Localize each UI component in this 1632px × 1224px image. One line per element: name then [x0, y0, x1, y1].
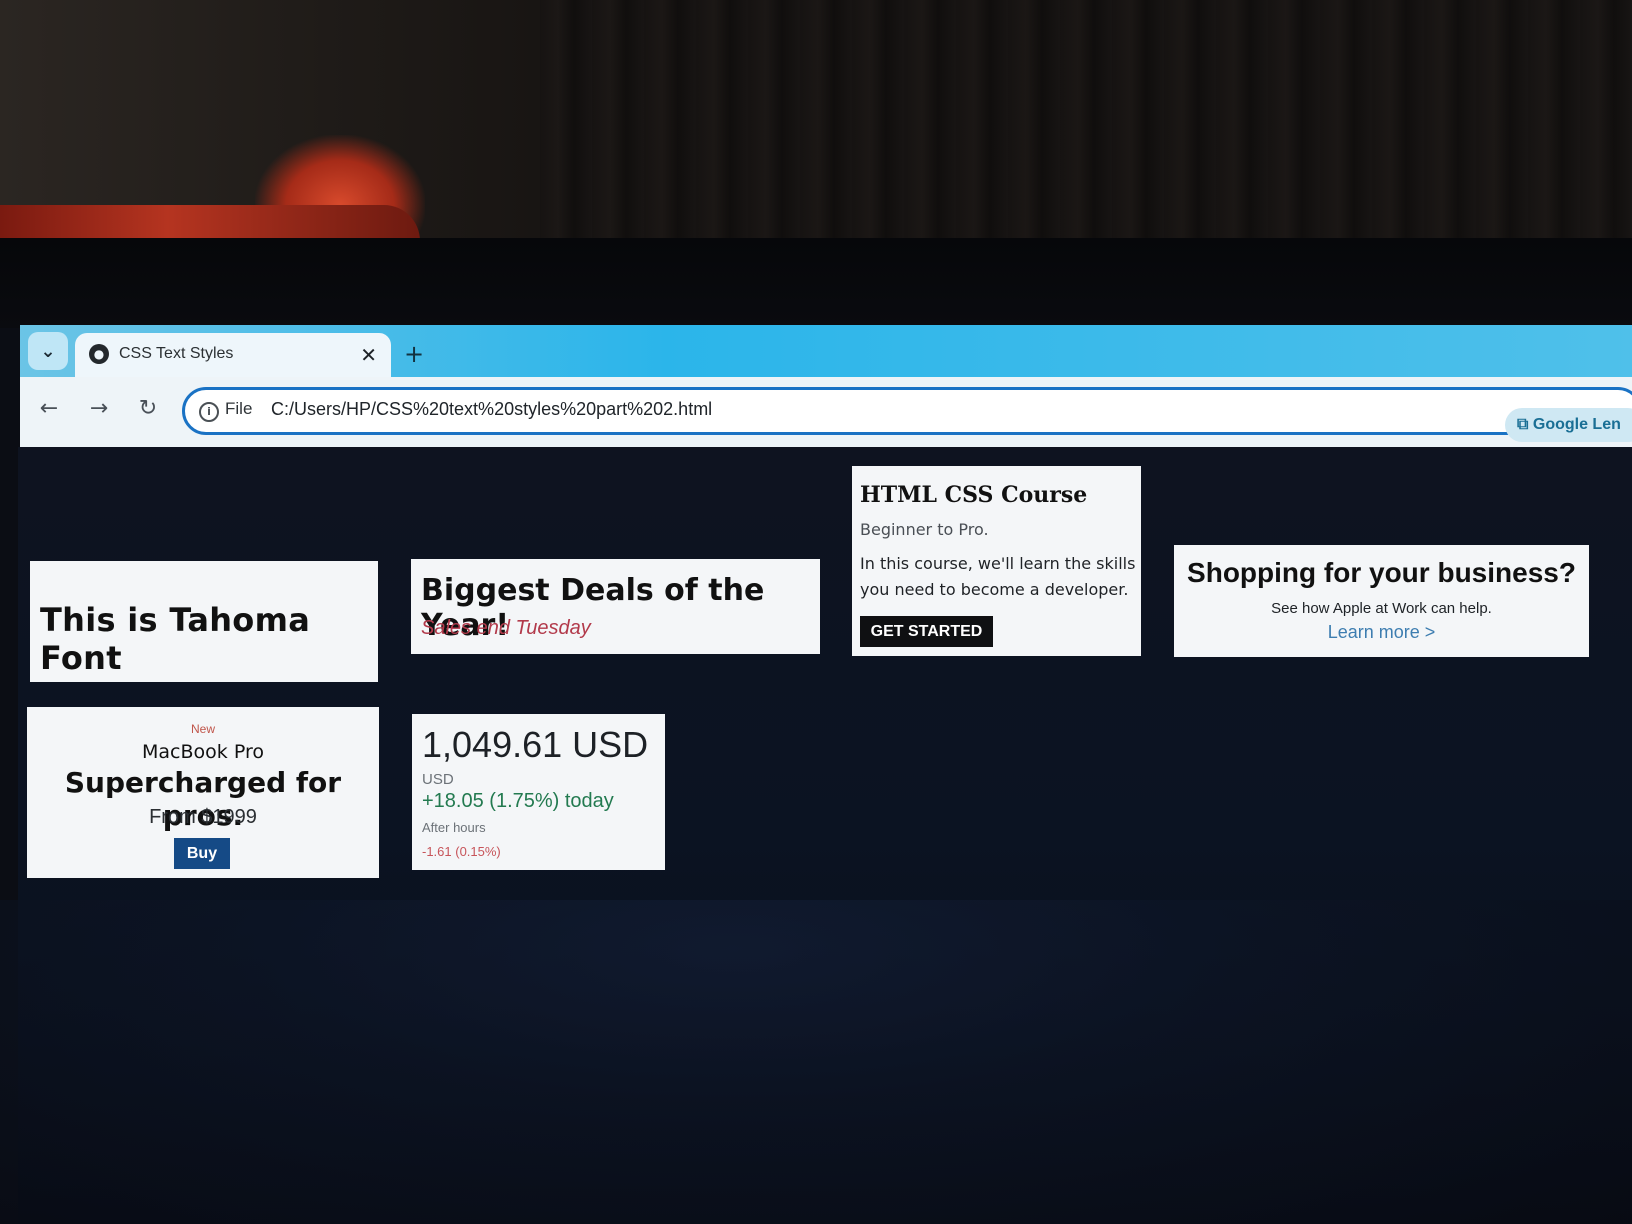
tahoma-heading: This is Tahoma Font: [40, 601, 311, 677]
after-hours-value: -1.61 (0.15%): [422, 844, 501, 859]
globe-icon: ●: [89, 344, 109, 364]
deals-subtitle: Sales end Tuesday: [421, 617, 591, 639]
new-badge: New: [190, 722, 215, 736]
learn-more-link[interactable]: Learn more >: [1174, 622, 1589, 643]
shopping-title: Shopping for your business?: [1187, 557, 1576, 588]
site-info-icon[interactable]: i: [199, 402, 219, 422]
background-curtain: [540, 0, 1632, 240]
screen-glow: [0, 900, 1632, 1224]
url-text[interactable]: C:/Users/HP/CSS%20text%20styles%20part%2…: [271, 399, 712, 420]
reload-icon[interactable]: ↻: [133, 396, 163, 421]
lens-label: Google Len: [1532, 416, 1621, 433]
shopping-card: Shopping for your business? See how Appl…: [1174, 545, 1589, 657]
course-description: In this course, we'll learn the skills y…: [860, 554, 1136, 599]
tab-css-text-styles[interactable]: ● CSS Text Styles ✕: [75, 333, 391, 381]
lens-icon: ⧉: [1517, 416, 1533, 433]
laptop-bezel: [0, 238, 1632, 328]
buy-button[interactable]: Buy: [174, 838, 230, 869]
new-tab-plus-icon[interactable]: +: [404, 340, 424, 368]
course-card: HTML CSS Course Beginner to Pro. In this…: [852, 466, 1141, 656]
file-chip[interactable]: File: [225, 399, 252, 419]
tab-title: CSS Text Styles: [119, 345, 234, 362]
forward-arrow-icon[interactable]: →: [84, 396, 114, 421]
stock-price: 1,049.61 USD: [422, 724, 649, 765]
course-subtitle: Beginner to Pro.: [860, 520, 989, 539]
tahoma-font-card: This is Tahoma Font: [30, 561, 378, 682]
stock-card: 1,049.61 USD USD +18.05 (1.75%) today Af…: [412, 714, 665, 870]
product-price: From $1999: [149, 806, 257, 828]
google-lens-button[interactable]: ⧉ Google Len: [1505, 408, 1632, 442]
macbook-card: New MacBook Pro Supercharged for pros. F…: [27, 707, 379, 878]
close-tab-icon[interactable]: ✕: [360, 343, 377, 367]
shopping-subtitle: See how Apple at Work can help.: [1271, 600, 1492, 617]
red-fabric: [0, 205, 420, 241]
tab-search-chevron-icon[interactable]: ⌄: [28, 332, 68, 370]
address-bar[interactable]: i File C:/Users/HP/CSS%20text%20styles%2…: [182, 387, 1632, 435]
back-arrow-icon[interactable]: ←: [34, 396, 64, 421]
after-hours-label: After hours: [422, 820, 486, 835]
course-title: HTML CSS Course: [860, 482, 1088, 508]
stock-currency: USD: [422, 771, 454, 788]
stock-change: +18.05 (1.75%) today: [422, 790, 614, 812]
product-name: MacBook Pro: [142, 741, 264, 763]
deals-card: Biggest Deals of the Year! Sales end Tue…: [411, 559, 820, 654]
get-started-button[interactable]: GET STARTED: [860, 616, 993, 647]
